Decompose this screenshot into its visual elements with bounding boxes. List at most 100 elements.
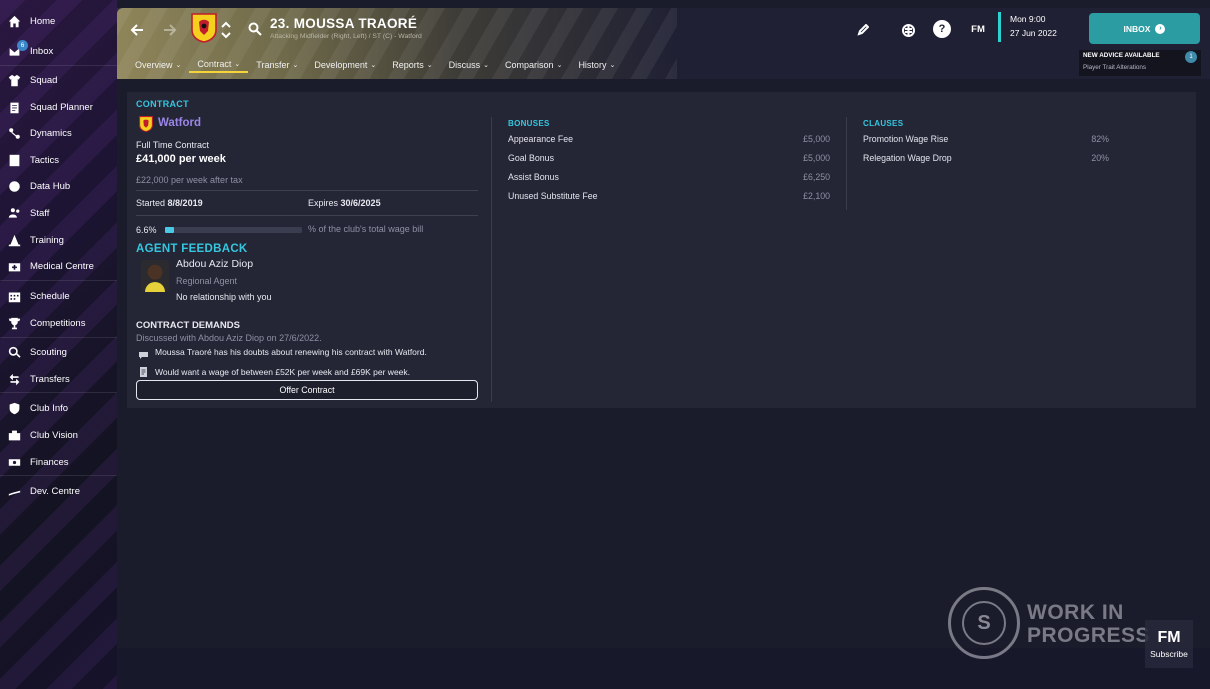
assistant-button[interactable] (899, 21, 917, 39)
advice-title: NEW ADVICE AVAILABLE (1083, 52, 1160, 59)
sidebar-item-club-vision[interactable]: Club Vision (0, 423, 117, 447)
sidebar-item-competitions[interactable]: Competitions (0, 311, 117, 335)
tab-discuss[interactable]: Discuss ⌄ (441, 57, 497, 73)
agent-feedback-title: AGENT FEEDBACK (136, 243, 248, 255)
agent-avatar (141, 260, 169, 292)
speech-bubble-icon (138, 347, 149, 359)
sidebar-item-inbox[interactable]: 6 Inbox (0, 39, 117, 63)
chevron-down-icon: ⌄ (609, 62, 616, 69)
inbox-count-badge: 6 (17, 40, 28, 51)
fm-menu-button[interactable]: FM (968, 21, 988, 37)
clipboard-icon (7, 100, 21, 114)
edit-button[interactable] (855, 22, 871, 38)
player-switch-stepper[interactable] (220, 18, 232, 42)
tab-transfer[interactable]: Transfer ⌄ (248, 57, 306, 73)
advice-notification[interactable]: NEW ADVICE AVAILABLE Player Trait Altera… (1079, 50, 1201, 76)
sidebar-item-label: Club Info (30, 402, 69, 414)
tab-comparison[interactable]: Comparison ⌄ (497, 57, 570, 73)
sidebar-item-training[interactable]: Training (0, 228, 117, 252)
sidebar-item-label: Club Vision (30, 429, 78, 441)
sidebar-item-staff[interactable]: Staff (0, 201, 117, 225)
clause-relegation-value: 20% (1091, 153, 1109, 163)
data-hub-icon (7, 179, 21, 193)
chevron-up-down-icon (221, 21, 231, 39)
club-link[interactable]: Watford (158, 117, 201, 129)
tab-contract[interactable]: Contract ⌄ (189, 57, 249, 73)
subscribe-label: Subscribe (1150, 649, 1188, 659)
arrow-right-icon (164, 24, 177, 36)
divider (136, 215, 478, 216)
agent-name[interactable]: Abdou Aziz Diop (176, 258, 253, 270)
fm-logo: FM (1157, 629, 1181, 646)
bottom-bar (117, 648, 1210, 689)
pencil-icon (857, 24, 869, 36)
bonus-goal-label: Goal Bonus (508, 153, 554, 163)
sidebar-divider (0, 337, 117, 338)
sidebar-item-scouting[interactable]: Scouting (0, 340, 117, 364)
contract-type: Full Time Contract (136, 140, 210, 150)
sidebar-item-label: Scouting (30, 346, 67, 358)
column-divider (846, 117, 847, 210)
sidebar-item-label: Home (30, 15, 56, 27)
sidebar-item-dynamics[interactable]: Dynamics (0, 121, 117, 145)
bonus-appearance-value: £5,000 (803, 134, 830, 144)
clause-promotion-value: 82% (1091, 134, 1109, 144)
divider (136, 190, 478, 191)
banknote-icon (7, 455, 21, 469)
dynamics-icon (7, 126, 21, 140)
watermark-line1: WORK IN (1027, 601, 1124, 624)
document-icon (139, 365, 148, 377)
search-button[interactable] (247, 21, 263, 37)
sidebar-item-finances[interactable]: Finances (0, 450, 117, 474)
sidebar: Home 6 Inbox Squad Squad Planner Dynamic… (0, 0, 117, 689)
medical-kit-icon (7, 259, 21, 273)
club-badge-icon (191, 13, 217, 43)
forward-button[interactable] (160, 20, 180, 40)
sidebar-item-transfers[interactable]: Transfers (0, 367, 117, 391)
inbox-continue-button[interactable]: INBOX › (1089, 13, 1200, 44)
sidebar-item-medical-centre[interactable]: Medical Centre (0, 254, 117, 278)
tab-development[interactable]: Development ⌄ (306, 57, 384, 73)
agent-role: Regional Agent (176, 276, 238, 286)
wage-share-percent: 6.6% (136, 225, 157, 235)
tab-reports[interactable]: Reports ⌄ (384, 57, 440, 73)
staff-icon (7, 206, 21, 220)
player-position-subtitle: Attacking Midfielder (Right, Left) / ST … (270, 33, 422, 40)
help-button[interactable]: ? (933, 20, 951, 38)
inbox-icon: 6 (7, 40, 28, 58)
sidebar-item-data-hub[interactable]: Data Hub (0, 174, 117, 198)
bonuses-title: BONUSES (508, 119, 550, 128)
player-title: 23. MOUSSA TRAORÉ (270, 16, 418, 31)
sidebar-item-label: Inbox (30, 45, 54, 57)
calendar-icon (7, 289, 21, 303)
sidebar-item-tactics[interactable]: Tactics (0, 148, 117, 172)
sidebar-item-label: Finances (30, 456, 69, 468)
bonus-unused-sub-label: Unused Substitute Fee (508, 191, 598, 201)
bonus-appearance-label: Appearance Fee (508, 134, 574, 144)
sidebar-item-schedule[interactable]: Schedule (0, 284, 117, 308)
agent-relationship: No relationship with you (176, 292, 272, 302)
wage-share-bar-fill (165, 227, 175, 233)
tab-overview[interactable]: Overview ⌄ (127, 57, 189, 73)
bonus-goal-value: £5,000 (803, 153, 830, 163)
back-button[interactable] (127, 20, 147, 40)
demand-line-wage: Would want a wage of between £52K per we… (155, 367, 411, 377)
chevron-down-icon: ⌄ (292, 62, 299, 69)
sidebar-item-label: Tactics (30, 154, 60, 166)
subscribe-button[interactable]: FM Subscribe (1145, 620, 1193, 668)
demand-line-doubts: Moussa Traoré has his doubts about renew… (155, 347, 427, 357)
sidebar-item-squad-planner[interactable]: Squad Planner (0, 95, 117, 119)
sidebar-item-squad[interactable]: Squad (0, 68, 117, 92)
tab-history[interactable]: History ⌄ (570, 57, 623, 73)
sidebar-item-home[interactable]: Home (0, 9, 117, 33)
column-divider (491, 117, 492, 402)
advice-count-badge: 1 (1185, 51, 1197, 63)
bonus-assist-value: £6,250 (803, 172, 830, 182)
trophy-icon (7, 316, 21, 330)
profile-tabs: Overview ⌄ Contract ⌄ Transfer ⌄ Developmen… (127, 57, 623, 73)
sidebar-item-club-info[interactable]: Club Info (0, 396, 117, 420)
chevron-down-icon: ⌄ (370, 62, 377, 69)
sidebar-item-dev-centre[interactable]: Dev. Centre (0, 479, 117, 503)
weekly-wage: £41,000 per week (136, 153, 226, 165)
offer-contract-button[interactable]: Offer Contract (136, 380, 478, 400)
